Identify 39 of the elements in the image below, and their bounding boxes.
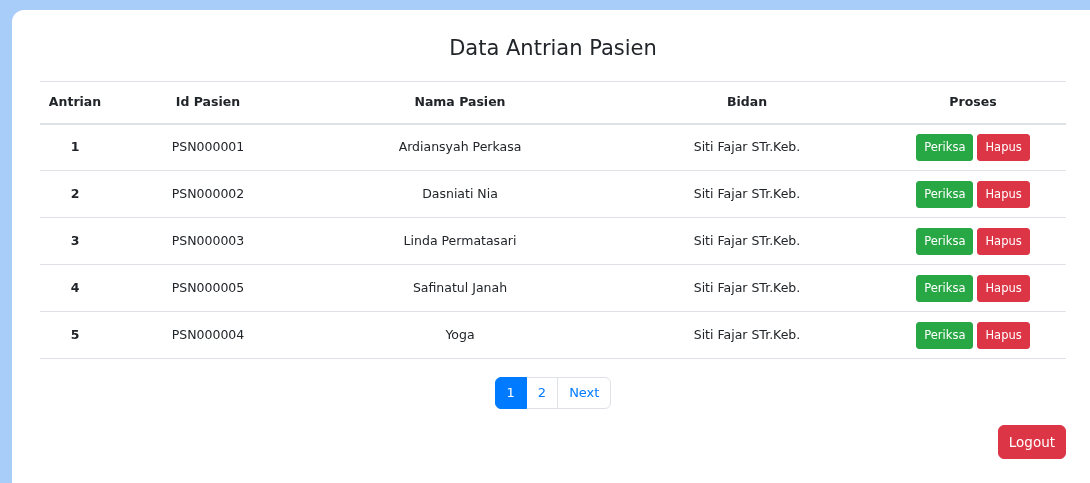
column-header: Bidan	[614, 81, 880, 124]
queue-number-cell: 3	[40, 217, 110, 265]
column-header: Proses	[880, 81, 1066, 124]
column-header: Antrian	[40, 81, 110, 124]
queue-number-cell: 5	[40, 311, 110, 359]
patient-id-cell: PSN000004	[110, 311, 306, 359]
delete-button[interactable]: Hapus	[977, 227, 1030, 255]
patient-id-cell: PSN000002	[110, 170, 306, 218]
delete-button[interactable]: Hapus	[977, 321, 1030, 349]
examine-button[interactable]: Periksa	[916, 274, 974, 302]
examine-button[interactable]: Periksa	[916, 133, 974, 162]
patient-name-cell: Linda Permatasari	[306, 217, 614, 265]
midwife-name-cell: Siti Fajar STr.Keb.	[614, 264, 880, 312]
examine-button[interactable]: Periksa	[916, 321, 974, 349]
page-title: Data Antrian Pasien	[448, 36, 658, 62]
delete-button[interactable]: Hapus	[977, 133, 1030, 162]
midwife-name-cell: Siti Fajar STr.Keb.	[614, 123, 880, 171]
page-link[interactable]: Next	[557, 377, 612, 409]
column-header: Id Pasien	[110, 81, 306, 124]
page-link[interactable]: 1	[494, 377, 527, 409]
midwife-name-cell: Siti Fajar STr.Keb.	[614, 311, 880, 359]
logout-button[interactable]: Logout	[997, 424, 1066, 459]
midwife-name-cell: Siti Fajar STr.Keb.	[614, 170, 880, 218]
patient-id-cell: PSN000003	[110, 217, 306, 265]
patient-name-cell: Safinatul Janah	[306, 264, 614, 312]
delete-button[interactable]: Hapus	[977, 180, 1030, 208]
queue-number-cell: 1	[40, 123, 110, 171]
patient-id-cell: PSN000001	[110, 123, 306, 171]
examine-button[interactable]: Periksa	[916, 227, 974, 255]
queue-number-cell: 2	[40, 170, 110, 218]
patient-name-cell: Dasniati Nia	[306, 170, 614, 218]
column-header: Nama Pasien	[306, 81, 614, 124]
queue-number-cell: 4	[40, 264, 110, 312]
examine-button[interactable]: Periksa	[916, 180, 974, 208]
delete-button[interactable]: Hapus	[977, 274, 1030, 302]
patient-name-cell: Ardiansyah Perkasa	[306, 123, 614, 171]
patient-name-cell: Yoga	[306, 311, 614, 359]
midwife-name-cell: Siti Fajar STr.Keb.	[614, 217, 880, 265]
patient-id-cell: PSN000005	[110, 264, 306, 312]
